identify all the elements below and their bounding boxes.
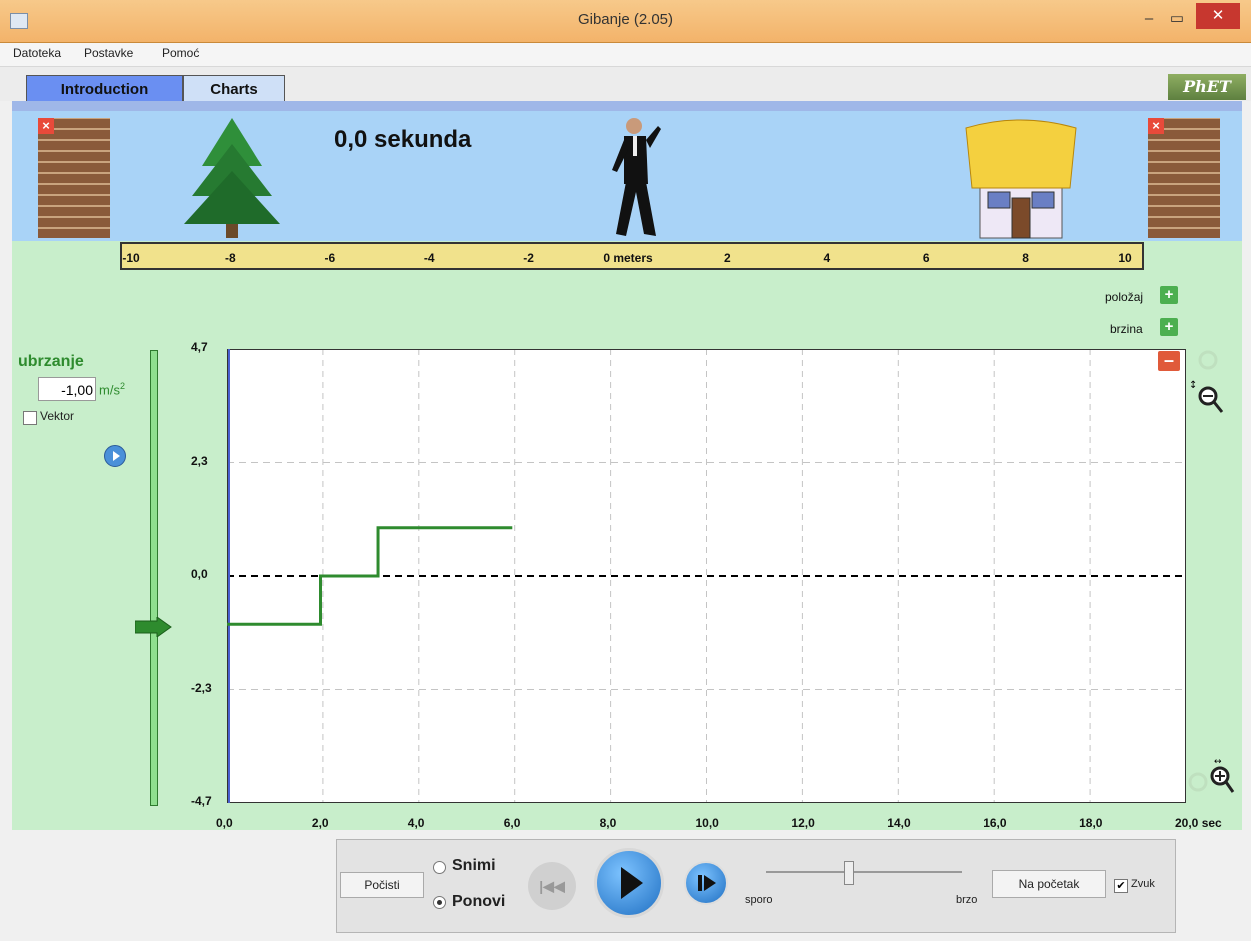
replay-radio-dot	[437, 900, 442, 905]
acceleration-unit: m/s2	[99, 381, 125, 397]
record-radio[interactable]	[433, 861, 446, 874]
to-start-button[interactable]: Na početak	[992, 870, 1106, 898]
time-readout: 0,0 sekunda	[334, 126, 472, 153]
ruler-tick-label: 6	[922, 251, 930, 265]
acceleration-slider-track[interactable]	[150, 350, 158, 806]
rewind-button[interactable]: |◀◀	[528, 862, 576, 910]
step-icon	[698, 875, 716, 891]
house-icon	[965, 119, 1077, 239]
acceleration-chart	[227, 349, 1186, 803]
ruler-tick-label: 8	[1022, 251, 1029, 265]
window-title: Gibanje (2.05)	[577, 11, 674, 28]
remove-graph-button[interactable]: –	[1158, 351, 1180, 371]
tree-icon	[184, 118, 280, 238]
y-tick-label: 4,7	[191, 340, 208, 354]
minimize-button[interactable]: –	[1135, 8, 1163, 30]
ruler-tick-label: -2	[523, 251, 534, 265]
tab-strip	[12, 101, 1242, 111]
x-tick-label: 4,0	[407, 816, 425, 830]
clear-button[interactable]: Počisti	[340, 872, 424, 898]
ruler-tick-label: 10	[1118, 251, 1132, 265]
remove-right-wall-icon[interactable]: ×	[1148, 118, 1164, 134]
svg-text:↔: ↔	[1214, 757, 1222, 767]
acceleration-title: ubrzanje	[18, 353, 84, 370]
remove-left-wall-icon[interactable]: ×	[38, 118, 54, 134]
x-tick-label: 16,0	[983, 816, 1007, 830]
right-wall	[1148, 118, 1220, 238]
vector-checkbox[interactable]	[23, 411, 37, 425]
acceleration-unit-exponent: 2	[119, 381, 125, 391]
record-label: Snimi	[452, 857, 496, 874]
speed-slider-thumb[interactable]	[844, 861, 854, 885]
sound-checkbox[interactable]: ✔	[1114, 879, 1128, 893]
walking-man-icon[interactable]	[604, 116, 668, 242]
slow-label: sporo	[745, 894, 773, 906]
menu-help[interactable]: Pomoć	[162, 46, 199, 60]
replay-label: Ponovi	[452, 893, 506, 910]
acceleration-play-button[interactable]	[104, 445, 126, 467]
speed-slider-track[interactable]	[766, 871, 962, 873]
x-tick-label: 6,0	[503, 816, 521, 830]
sound-label: Zvuk	[1131, 878, 1155, 890]
fast-label: brzo	[956, 894, 978, 906]
play-icon	[113, 451, 120, 461]
ruler-tick-label: -6	[324, 251, 336, 265]
left-wall	[38, 118, 110, 238]
zoom-in-vertical-icon[interactable]	[1198, 350, 1218, 370]
x-tick-label: 14,0	[887, 816, 911, 830]
x-tick-label: 2,0	[311, 816, 329, 830]
phet-logo: PhET	[1168, 74, 1246, 100]
acceleration-slider-thumb[interactable]	[135, 617, 173, 637]
ruler-tick-label: 2	[724, 251, 731, 265]
x-tick-label: 8,0	[599, 816, 617, 830]
position-graph-label: položaj	[1105, 290, 1144, 304]
tab-charts[interactable]: Charts	[183, 75, 285, 103]
menu-settings[interactable]: Postavke	[84, 46, 133, 60]
x-tick-label: 12,0	[791, 816, 815, 830]
menu-file[interactable]: Datoteka	[13, 46, 61, 60]
y-tick-label: 2,3	[191, 453, 208, 468]
add-position-graph-button[interactable]: +	[1160, 286, 1178, 304]
chart-svg	[227, 349, 1186, 803]
x-tick-label: 20,0 sec	[1175, 816, 1222, 830]
tab-introduction[interactable]: Introduction	[26, 75, 183, 103]
acceleration-unit-base: m/s	[99, 382, 120, 398]
y-tick-label: -2,3	[191, 680, 212, 695]
y-tick-label: 0,0	[191, 567, 208, 581]
y-tick-label: -4,7	[191, 794, 212, 808]
velocity-graph-label: brzina	[1110, 322, 1143, 336]
horizontal-zoom-controls: ↔	[1188, 757, 1235, 793]
ruler-tick-label: 4	[823, 251, 831, 265]
vertical-zoom-controls: ↕	[1189, 350, 1224, 413]
vector-label: Vektor	[40, 409, 75, 423]
svg-text:↕: ↕	[1189, 380, 1197, 391]
ruler-tick-label: -4	[423, 251, 435, 265]
maximize-button[interactable]: ▭	[1163, 8, 1191, 30]
zoom-out-horizontal-icon[interactable]	[1188, 772, 1208, 792]
ruler-tick-label: 0 meters	[603, 251, 653, 265]
x-tick-label: 0,0	[216, 816, 233, 830]
x-tick-label: 10,0	[695, 816, 719, 830]
ruler-tick-label: -8	[225, 251, 236, 265]
ruler-tick-label: -10	[122, 251, 140, 265]
add-velocity-graph-button[interactable]: +	[1160, 318, 1178, 336]
play-button[interactable]	[594, 848, 664, 918]
play-icon	[621, 867, 643, 899]
x-tick-label: 18,0	[1079, 816, 1103, 830]
step-button[interactable]	[684, 861, 728, 905]
acceleration-input[interactable]: -1,00	[38, 377, 96, 401]
close-button[interactable]: ✕	[1196, 3, 1240, 29]
